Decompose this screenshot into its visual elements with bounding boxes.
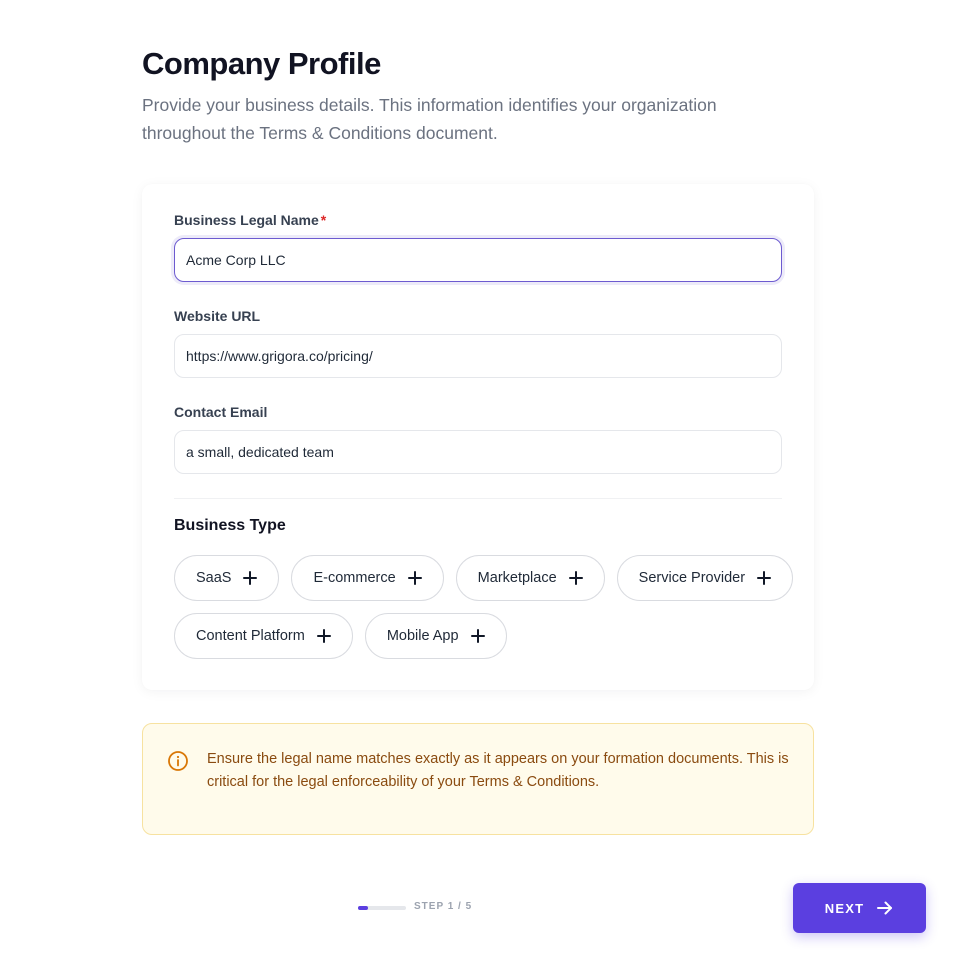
plus-icon <box>316 629 331 643</box>
step-progress-bar <box>358 906 406 910</box>
info-icon <box>168 751 188 771</box>
chip-label: Mobile App <box>386 628 459 644</box>
company-profile-card: Business Legal Name* Website URL Contact… <box>142 184 814 690</box>
chip-marketplace[interactable]: Marketplace <box>455 555 605 601</box>
chip-label: Content Platform <box>196 628 305 644</box>
chip-content-platform[interactable]: Content Platform <box>174 613 353 659</box>
section-divider <box>174 498 782 499</box>
page-title: Company Profile <box>142 46 381 81</box>
step-progress-fill <box>358 906 368 910</box>
website-input[interactable] <box>174 334 782 378</box>
next-button[interactable]: NEXT <box>793 883 926 933</box>
chip-e-commerce[interactable]: E-commerce <box>291 555 444 601</box>
chip-label: SaaS <box>196 570 232 586</box>
chip-label: E-commerce <box>313 570 396 586</box>
legal-name-label: Business Legal Name * <box>174 212 326 228</box>
contact-email-label: Contact Email <box>174 404 268 420</box>
notice-text: Ensure the legal name matches exactly as… <box>207 751 789 790</box>
plus-icon <box>568 571 583 585</box>
chip-service-provider[interactable]: Service Provider <box>616 555 794 601</box>
chip-label: Marketplace <box>477 570 557 586</box>
business-type-title: Business Type <box>174 517 286 534</box>
required-asterisk: * <box>320 212 327 228</box>
plus-icon <box>757 571 772 585</box>
arrow-right-icon <box>877 901 893 915</box>
contact-email-input[interactable] <box>174 430 782 474</box>
legal-name-input[interactable] <box>174 238 782 282</box>
step-indicator: STEP 1 / 5 <box>414 901 473 912</box>
legal-name-notice: Ensure the legal name matches exactly as… <box>142 723 814 835</box>
chip-saas[interactable]: SaaS <box>174 555 280 601</box>
chip-label: Service Provider <box>638 570 746 586</box>
plus-icon <box>407 571 422 585</box>
chip-mobile-app[interactable]: Mobile App <box>364 613 507 659</box>
plus-icon <box>470 629 485 643</box>
page-subtitle: Provide your business details. This info… <box>142 95 717 143</box>
legal-name-label-text: Business Legal Name <box>174 212 319 228</box>
website-label: Website URL <box>174 308 261 324</box>
next-label: NEXT <box>824 900 865 916</box>
business-type-chips: SaaS E-commerce Marketplace Service Prov… <box>174 555 794 659</box>
plus-icon <box>243 571 258 585</box>
